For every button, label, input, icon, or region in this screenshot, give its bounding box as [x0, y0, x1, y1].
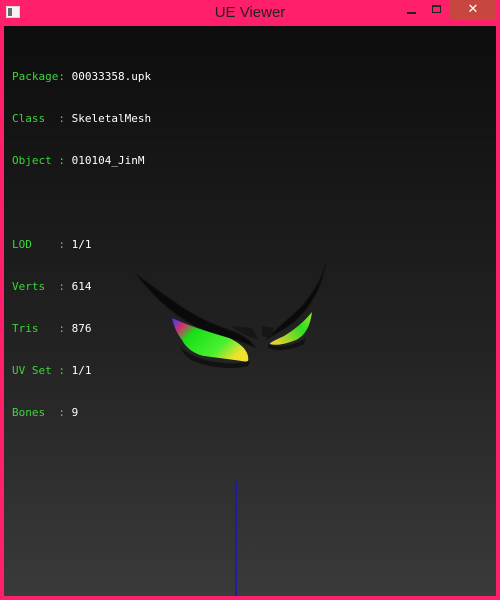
3d-viewport[interactable]: Package: 00033358.upk Class : SkeletalMe… — [4, 26, 496, 596]
minimize-button[interactable] — [398, 0, 424, 20]
maximize-icon — [432, 5, 441, 13]
skeletal-mesh-render — [135, 261, 327, 596]
close-button[interactable]: ✕ — [450, 0, 496, 20]
minimize-icon — [407, 12, 416, 14]
ue-viewer-window: UE Viewer ✕ Package: 00033358.upk Class … — [0, 0, 500, 600]
title-bar[interactable]: UE Viewer ✕ — [0, 0, 500, 26]
close-icon: ✕ — [467, 2, 479, 17]
maximize-button[interactable] — [424, 0, 450, 20]
